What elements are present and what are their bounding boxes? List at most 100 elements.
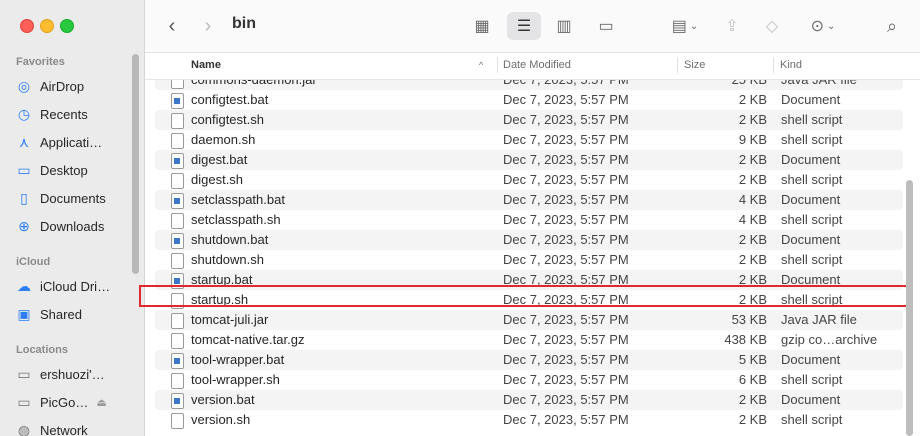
file-row[interactable]: setclasspath.sh Dec 7, 2023, 5:57 PM 4 KB s… (155, 210, 903, 230)
file-row[interactable]: tool-wrapper.bat Dec 7, 2023, 5:57 PM 5 KB… (155, 350, 903, 370)
sort-ascending-icon: ^ (479, 60, 484, 70)
file-row[interactable]: daemon.sh Dec 7, 2023, 5:57 PM 9 KB shell s… (155, 130, 903, 150)
file-date: Dec 7, 2023, 5:57 PM (503, 352, 629, 367)
forward-button[interactable]: › (197, 12, 219, 40)
sidebar-section-icloud: iCloud (16, 256, 51, 268)
file-name: setclasspath.sh (191, 212, 281, 227)
file-date: Dec 7, 2023, 5:57 PM (503, 80, 629, 90)
column-size[interactable]: Size (684, 59, 705, 71)
tag-icon: ◇ (765, 18, 779, 35)
sidebar-item-applications[interactable]: ⋏ Applicati… (16, 130, 132, 154)
sidebar-item-desktop[interactable]: ▭ Desktop (16, 158, 132, 182)
file-kind: shell script (781, 412, 843, 427)
file-row[interactable]: digest.sh Dec 7, 2023, 5:57 PM 2 KB shell s… (155, 170, 903, 190)
sidebar-item-airdrop[interactable]: ◎ AirDrop (16, 74, 132, 98)
toolbar: ‹ › bin ▦ ☰ ▥ ▭ ▤ ⌄ ⇪ ◇ ⊙ ⌄ ⌕ (145, 0, 920, 53)
column-divider[interactable] (773, 57, 774, 73)
column-date-modified[interactable]: Date Modified (503, 59, 571, 71)
file-kind: shell script (781, 252, 843, 267)
sidebar-item-recents[interactable]: ◷ Recents (16, 102, 132, 126)
shared-folder-icon: ▣ (17, 305, 31, 322)
file-size: 25 KB (675, 80, 767, 90)
sidebar-item-documents[interactable]: ▯ Documents (16, 186, 132, 210)
file-row[interactable]: tool-wrapper.sh Dec 7, 2023, 5:57 PM 6 KB s… (155, 370, 903, 390)
file-row[interactable]: tomcat-juli.jar Dec 7, 2023, 5:57 PM 53 KB… (155, 310, 903, 330)
file-row[interactable]: configtest.bat Dec 7, 2023, 5:57 PM 2 KB Do… (155, 90, 903, 110)
sidebar-item-shared[interactable]: ▣ Shared (16, 302, 132, 326)
back-button[interactable]: ‹ (161, 12, 183, 40)
column-name[interactable]: Name (191, 59, 221, 71)
eject-icon[interactable]: ⏏ (96, 396, 106, 409)
file-row[interactable]: configtest.sh Dec 7, 2023, 5:57 PM 2 KB she… (155, 110, 903, 130)
file-size: 2 KB (738, 232, 767, 247)
file-name: tool-wrapper.sh (191, 372, 280, 387)
file-size: 5 KB (738, 352, 767, 367)
file-size: 2 KB (738, 172, 767, 187)
icon-view-button[interactable]: ▦ (469, 12, 495, 40)
highlight-box (139, 285, 909, 307)
download-icon: ⊕ (18, 217, 30, 234)
batch-file-icon (171, 353, 184, 369)
file-kind: shell script (781, 212, 843, 227)
file-date: Dec 7, 2023, 5:57 PM (503, 212, 629, 227)
file-list-scrollbar[interactable] (906, 180, 913, 436)
batch-file-icon (171, 193, 184, 209)
file-name: configtest.sh (191, 112, 264, 127)
minimize-window-button[interactable] (40, 19, 54, 33)
file-row[interactable]: shutdown.sh Dec 7, 2023, 5:57 PM 2 KB shell… (155, 250, 903, 270)
file-kind: shell script (781, 172, 843, 187)
file-kind: shell script (781, 372, 843, 387)
search-button[interactable]: ⌕ (879, 12, 905, 40)
share-button[interactable]: ⇪ (721, 12, 743, 40)
sidebar-item-user-disk[interactable]: ▭ ershuozi'… (16, 362, 132, 386)
file-row[interactable]: setclasspath.bat Dec 7, 2023, 5:57 PM 4 KB… (155, 190, 903, 210)
sidebar-item-picgo[interactable]: ▭ PicGo… ⏏ (16, 390, 132, 414)
file-row[interactable]: version.sh Dec 7, 2023, 5:57 PM 2 KB shell … (155, 410, 903, 430)
file-row[interactable]: tomcat-native.tar.gz Dec 7, 2023, 5:57 PM… (155, 330, 903, 350)
sidebar-item-icloud-drive[interactable]: ☁ iCloud Dri… (16, 274, 132, 298)
column-header: Name ^ Date Modified Size Kind (145, 53, 920, 80)
file-name: tool-wrapper.bat (191, 352, 285, 367)
file-date: Dec 7, 2023, 5:57 PM (503, 372, 629, 387)
file-date: Dec 7, 2023, 5:57 PM (503, 332, 629, 347)
chevron-down-icon: ⌄ (689, 20, 699, 32)
disk-icon: ▭ (17, 365, 31, 382)
file-name: tomcat-juli.jar (191, 312, 269, 327)
file-size: 2 KB (738, 152, 767, 167)
file-size: 2 KB (738, 112, 767, 127)
file-row[interactable]: version.bat Dec 7, 2023, 5:57 PM 2 KB Docum… (155, 390, 903, 410)
file-date: Dec 7, 2023, 5:57 PM (503, 172, 629, 187)
grid-icon: ▦ (474, 18, 490, 35)
close-window-button[interactable] (20, 19, 34, 33)
zoom-window-button[interactable] (60, 19, 74, 33)
column-divider[interactable] (677, 57, 678, 73)
sidebar-scrollbar[interactable] (132, 54, 139, 274)
file-size: 4 KB (738, 192, 767, 207)
document-icon: ▯ (20, 189, 28, 206)
list-view-button[interactable]: ☰ (507, 12, 541, 40)
sidebar-item-downloads[interactable]: ⊕ Downloads (16, 214, 132, 238)
file-row[interactable]: digest.bat Dec 7, 2023, 5:57 PM 2 KB Docume… (155, 150, 903, 170)
sidebar-item-network[interactable]: ◍ Network (16, 418, 132, 436)
jar-file-icon (171, 80, 184, 89)
file-name: tomcat-native.tar.gz (191, 332, 305, 347)
script-file-icon (171, 173, 184, 189)
file-name: digest.bat (191, 152, 248, 167)
gallery-view-button[interactable]: ▭ (591, 12, 621, 40)
group-button[interactable]: ▤ ⌄ (665, 12, 705, 40)
column-view-button[interactable]: ▥ (551, 12, 577, 40)
more-actions-button[interactable]: ⊙ ⌄ (803, 12, 843, 40)
file-list: commons-daemon.jar Dec 7, 2023, 5:57 PM 25… (145, 80, 920, 436)
batch-file-icon (171, 153, 184, 169)
tag-button[interactable]: ◇ (759, 12, 785, 40)
column-divider[interactable] (497, 57, 498, 73)
file-kind: Document (781, 352, 841, 367)
file-date: Dec 7, 2023, 5:57 PM (503, 312, 629, 327)
file-row[interactable]: shutdown.bat Dec 7, 2023, 5:57 PM 2 KB Docu… (155, 230, 903, 250)
desktop-icon: ▭ (17, 161, 31, 178)
file-row[interactable]: commons-daemon.jar Dec 7, 2023, 5:57 PM 25… (155, 80, 903, 90)
column-kind[interactable]: Kind (780, 59, 802, 71)
file-kind: gzip co…archive (781, 332, 878, 347)
file-size: 2 KB (738, 252, 767, 267)
network-icon: ◍ (17, 421, 31, 436)
